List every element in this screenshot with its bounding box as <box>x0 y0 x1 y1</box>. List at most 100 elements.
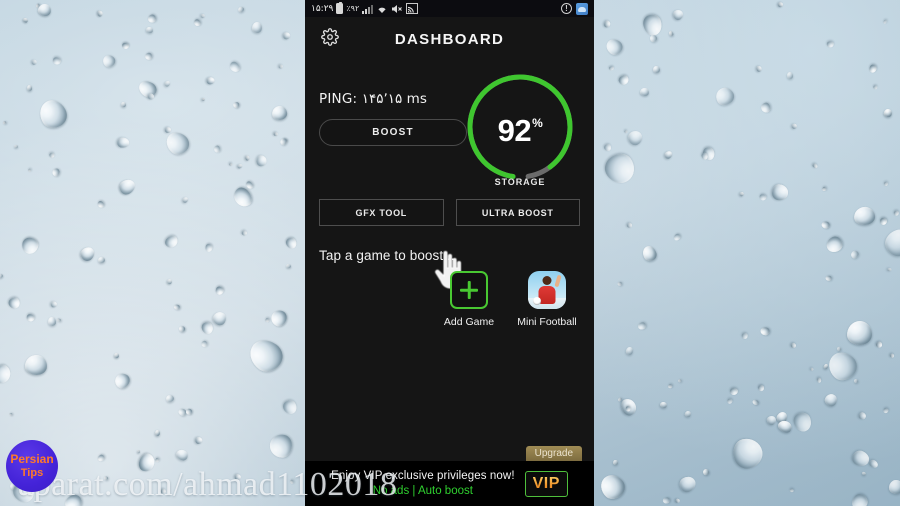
water-droplet <box>821 186 828 193</box>
water-droplet <box>853 378 859 384</box>
water-droplet <box>883 108 893 118</box>
water-droplet <box>816 377 822 384</box>
water-droplet <box>77 244 97 264</box>
vip-badge-label: VIP <box>532 474 560 492</box>
water-droplet <box>117 137 130 148</box>
water-droplet <box>201 13 206 19</box>
water-droplet <box>178 324 187 333</box>
water-droplet <box>600 148 641 190</box>
water-droplet <box>185 408 193 416</box>
water-droplet <box>26 84 33 91</box>
water-droplet <box>849 249 861 261</box>
water-droplet <box>237 163 244 170</box>
water-droplet <box>113 352 120 359</box>
water-droplet <box>672 232 682 242</box>
water-droplet <box>751 398 760 406</box>
water-droplet <box>684 410 692 418</box>
water-droplet <box>888 480 900 495</box>
water-droplet <box>146 13 157 24</box>
water-droplet <box>269 308 289 329</box>
water-droplet <box>861 471 867 476</box>
water-droplet <box>201 97 206 102</box>
water-droplet <box>758 193 768 202</box>
water-droplet <box>617 281 622 286</box>
battery-icon <box>336 1 344 14</box>
water-droplet <box>228 162 233 167</box>
status-bar-left-group: ۱۵:۲۹ ٪۹۲ <box>311 1 419 14</box>
phone-screen-panel: ۱۵:۲۹ ٪۹۲ ! DASHBOARD PING: ۱۴۵٬۱۵ ms BO… <box>305 0 594 506</box>
water-droplet <box>145 26 154 35</box>
water-droplet <box>883 181 888 186</box>
water-droplet <box>668 30 675 37</box>
water-droplet <box>231 101 240 110</box>
ultra-boost-button[interactable]: ULTRA BOOST <box>455 199 580 226</box>
water-droplet <box>137 449 141 454</box>
water-droplet <box>214 285 225 296</box>
water-droplet <box>666 383 673 390</box>
water-droplet <box>181 196 189 204</box>
water-droplet <box>608 65 615 71</box>
water-droplet <box>739 191 745 197</box>
water-droplet <box>0 273 4 280</box>
water-droplet <box>874 340 884 349</box>
water-droplet <box>730 435 766 471</box>
water-droplet <box>204 243 214 253</box>
wifi-icon <box>376 4 388 14</box>
water-droplet <box>639 87 651 97</box>
water-droplet <box>21 17 28 24</box>
water-droplet <box>163 79 172 88</box>
battery-percent-label: ٪۹۲ <box>346 4 360 13</box>
tap-a-game-hint: Tap a game to boost... <box>319 248 455 263</box>
water-droplet <box>97 256 107 264</box>
boost-button[interactable]: BOOST <box>319 119 467 146</box>
gfx-tool-button[interactable]: GFX TOOL <box>319 199 444 226</box>
settings-button[interactable] <box>319 27 341 50</box>
upgrade-button[interactable]: Upgrade <box>525 446 582 461</box>
page-title: DASHBOARD <box>394 30 505 48</box>
water-droplet <box>269 433 293 459</box>
mini-football-arm <box>554 274 562 288</box>
add-game-item[interactable]: Add Game <box>438 271 500 328</box>
water-droplet <box>625 405 631 412</box>
water-droplet <box>791 410 815 435</box>
water-droplet <box>25 354 49 375</box>
mini-football-app-icon <box>528 271 566 309</box>
water-droplet <box>0 361 15 387</box>
water-droplet <box>811 163 819 170</box>
water-droplet <box>52 56 62 66</box>
info-circle-icon: ! <box>561 3 572 14</box>
action-buttons-row: GFX TOOL ULTRA BOOST <box>305 199 594 226</box>
water-droplet <box>760 327 770 336</box>
water-droplet <box>887 268 892 272</box>
water-droplet <box>173 303 181 311</box>
water-droplet <box>112 371 132 392</box>
water-droplet <box>285 263 292 270</box>
water-droplet <box>848 490 871 506</box>
water-droplet <box>244 155 250 162</box>
water-droplet <box>759 101 772 114</box>
water-droplet <box>809 366 815 372</box>
water-droplet <box>882 407 890 415</box>
water-droplet <box>13 144 18 149</box>
water-droplet <box>52 167 61 177</box>
water-droplet <box>273 131 279 137</box>
water-droplet <box>882 19 888 25</box>
water-droplet <box>95 199 106 210</box>
water-droplet <box>658 400 668 410</box>
water-droplet <box>636 320 647 331</box>
water-droplet <box>26 313 36 323</box>
vip-badge[interactable]: VIP <box>524 470 568 497</box>
water-droplet <box>34 95 72 133</box>
mini-football-ball <box>533 297 541 305</box>
game-item-mini-football[interactable]: Mini Football <box>516 271 578 328</box>
storage-gauge: 92% STORAGE <box>462 69 578 191</box>
android-status-bar: ۱۵:۲۹ ٪۹۲ ! <box>305 0 594 17</box>
water-droplet <box>850 449 872 470</box>
status-bar-right-group: ! <box>561 2 588 15</box>
water-droplet <box>652 65 660 73</box>
water-droplet <box>194 436 203 445</box>
water-droplet <box>640 244 660 264</box>
water-droplet <box>120 101 126 108</box>
water-droplet <box>270 104 289 122</box>
water-droplet <box>96 10 104 18</box>
